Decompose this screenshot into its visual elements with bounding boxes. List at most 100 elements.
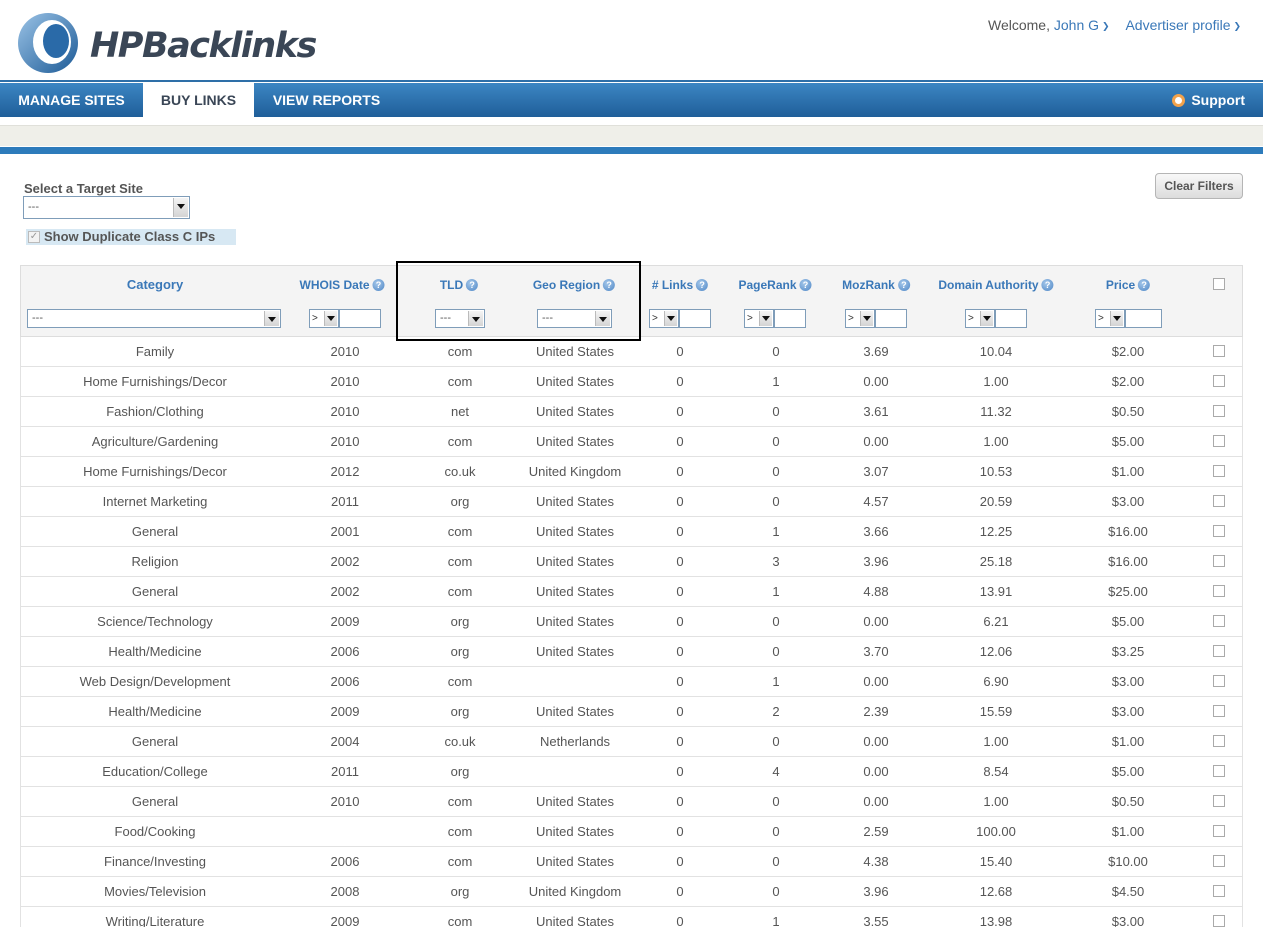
row-select-checkbox[interactable] <box>1213 675 1225 687</box>
row-select-checkbox[interactable] <box>1213 885 1225 897</box>
clear-filters-button[interactable]: Clear Filters <box>1155 173 1243 199</box>
help-icon[interactable]: ? <box>372 279 385 291</box>
table-row[interactable]: Family 2010 com United States 0 0 3.69 10.04 $2.… <box>20 337 1243 367</box>
table-row[interactable]: Education/College 2011 org 0 4 0.00 8.54 $5.00 <box>20 757 1243 787</box>
table-row[interactable]: Fashion/Clothing 2010 net United States 0 0 3.… <box>20 397 1243 427</box>
row-select-checkbox[interactable] <box>1213 555 1225 567</box>
table-row[interactable]: General 2001 com United States 0 1 3.66 12.25 $1… <box>20 517 1243 547</box>
table-row[interactable]: Food/Cooking com United States 0 0 2.59 100.00… <box>20 817 1243 847</box>
pagerank-operator-select[interactable]: > <box>744 309 774 328</box>
table-row[interactable]: Health/Medicine 2009 org United States 0 2 2.3… <box>20 697 1243 727</box>
table-cell: 0 <box>772 644 780 659</box>
nav-view-reports[interactable]: VIEW REPORTS <box>254 83 399 117</box>
table-cell: com <box>447 674 473 689</box>
table-cell: 0 <box>676 374 684 389</box>
table-cell: 1 <box>772 914 780 927</box>
table-cell: Internet Marketing <box>102 494 208 509</box>
whois-operator-select[interactable]: > <box>309 309 339 328</box>
column-header-mozrank[interactable]: MozRank? <box>842 278 910 292</box>
table-cell: 0.00 <box>863 434 889 449</box>
table-cell: 0 <box>772 794 780 809</box>
table-cell: 1.00 <box>983 434 1009 449</box>
row-select-checkbox[interactable] <box>1213 345 1225 357</box>
help-icon[interactable]: ? <box>897 279 910 291</box>
links-filter-input[interactable] <box>679 309 711 328</box>
row-select-checkbox[interactable] <box>1213 435 1225 447</box>
table-row[interactable]: Agriculture/Gardening 2010 com United State… <box>20 427 1243 457</box>
table-cell: 0 <box>676 644 684 659</box>
table-row[interactable]: Science/Technology 2009 org United States 0 0… <box>20 607 1243 637</box>
column-header-domain-authority[interactable]: Domain Authority? <box>938 278 1054 292</box>
links-operator-select[interactable]: > <box>649 309 679 328</box>
domain-authority-filter-input[interactable] <box>995 309 1027 328</box>
table-cell: United States <box>535 914 615 927</box>
row-select-checkbox[interactable] <box>1213 645 1225 657</box>
help-icon[interactable]: ? <box>799 279 812 291</box>
row-select-checkbox[interactable] <box>1213 525 1225 537</box>
table-row[interactable]: General 2010 com United States 0 0 0.00 1.00 $0.… <box>20 787 1243 817</box>
row-select-checkbox[interactable] <box>1213 735 1225 747</box>
nav-manage-sites[interactable]: MANAGE SITES <box>0 83 143 117</box>
nav-buy-links[interactable]: BUY LINKS <box>143 83 254 117</box>
table-cell: com <box>447 854 473 869</box>
row-select-checkbox[interactable] <box>1213 375 1225 387</box>
column-header-links[interactable]: # Links? <box>652 278 709 292</box>
table-row[interactable]: Movies/Television 2008 org United Kingdom 0 0… <box>20 877 1243 907</box>
select-all-checkbox[interactable] <box>1213 278 1225 290</box>
row-select-checkbox[interactable] <box>1213 915 1225 927</box>
advertiser-profile-menu[interactable]: Advertiser profile ❯ <box>1125 17 1241 33</box>
column-header-category[interactable]: Category <box>127 277 183 292</box>
support-link[interactable]: Support <box>1172 83 1245 117</box>
row-select-checkbox[interactable] <box>1213 765 1225 777</box>
user-menu[interactable]: John G ❯ <box>1054 17 1110 33</box>
row-select-checkbox[interactable] <box>1213 705 1225 717</box>
row-select-checkbox[interactable] <box>1213 585 1225 597</box>
table-cell: $16.00 <box>1108 554 1148 569</box>
table-cell: Home Furnishings/Decor <box>83 374 227 389</box>
category-filter-select[interactable]: --- <box>27 309 281 328</box>
table-cell: 10.04 <box>979 344 1013 359</box>
table-cell: 0 <box>772 464 780 479</box>
table-cell: Agriculture/Gardening <box>91 434 219 449</box>
help-icon[interactable]: ? <box>1138 279 1151 291</box>
column-header-price[interactable]: Price? <box>1106 278 1151 292</box>
table-cell: $1.00 <box>1111 464 1145 479</box>
table-row[interactable]: Home Furnishings/Decor 2012 co.uk United Ki… <box>20 457 1243 487</box>
mozrank-filter-input[interactable] <box>875 309 907 328</box>
domain-authority-operator-select[interactable]: > <box>965 309 995 328</box>
table-row[interactable]: General 2002 com United States 0 1 4.88 13.91 $2… <box>20 577 1243 607</box>
table-row[interactable]: Home Furnishings/Decor 2010 com United Stat… <box>20 367 1243 397</box>
price-filter-input[interactable] <box>1125 309 1162 328</box>
duplicate-ips-checkbox[interactable]: ✓ <box>28 231 40 243</box>
table-cell: 0 <box>676 404 684 419</box>
whois-filter-input[interactable] <box>339 309 381 328</box>
table-row[interactable]: Finance/Investing 2006 com United States 0 0 4… <box>20 847 1243 877</box>
table-cell: 2002 <box>330 584 360 599</box>
table-row[interactable]: Web Design/Development 2006 com 0 1 0.00 6.90 $… <box>20 667 1243 697</box>
row-select-checkbox[interactable] <box>1213 405 1225 417</box>
table-cell: co.uk <box>444 464 476 479</box>
table-cell: 11.32 <box>980 404 1012 419</box>
row-select-checkbox[interactable] <box>1213 855 1225 867</box>
table-cell: 0 <box>676 794 684 809</box>
column-header-whois-date[interactable]: WHOIS Date? <box>299 278 385 292</box>
help-icon[interactable]: ? <box>696 279 709 291</box>
table-row[interactable]: General 2004 co.uk Netherlands 0 0 0.00 1.00 $1.… <box>20 727 1243 757</box>
row-select-checkbox[interactable] <box>1213 825 1225 837</box>
pagerank-filter-input[interactable] <box>774 309 806 328</box>
row-select-checkbox[interactable] <box>1213 465 1225 477</box>
column-header-pagerank[interactable]: PageRank? <box>738 278 812 292</box>
row-select-checkbox[interactable] <box>1213 795 1225 807</box>
table-row[interactable]: Religion 2002 com United States 0 3 3.96 25.18 $… <box>20 547 1243 577</box>
mozrank-operator-select[interactable]: > <box>845 309 875 328</box>
table-row[interactable]: Writing/Literature 2009 com United States 0 1… <box>20 907 1243 927</box>
target-site-select[interactable]: --- <box>23 196 190 219</box>
price-operator-select[interactable]: > <box>1095 309 1125 328</box>
row-select-checkbox[interactable] <box>1213 495 1225 507</box>
row-select-checkbox[interactable] <box>1213 615 1225 627</box>
table-row[interactable]: Internet Marketing 2011 org United States 0 0… <box>20 487 1243 517</box>
table-row[interactable]: Health/Medicine 2006 org United States 0 0 3.7… <box>20 637 1243 667</box>
advertiser-profile-label: Advertiser profile <box>1125 17 1231 33</box>
help-icon[interactable]: ? <box>1041 279 1054 291</box>
logo[interactable]: HPBacklinks <box>14 8 324 78</box>
